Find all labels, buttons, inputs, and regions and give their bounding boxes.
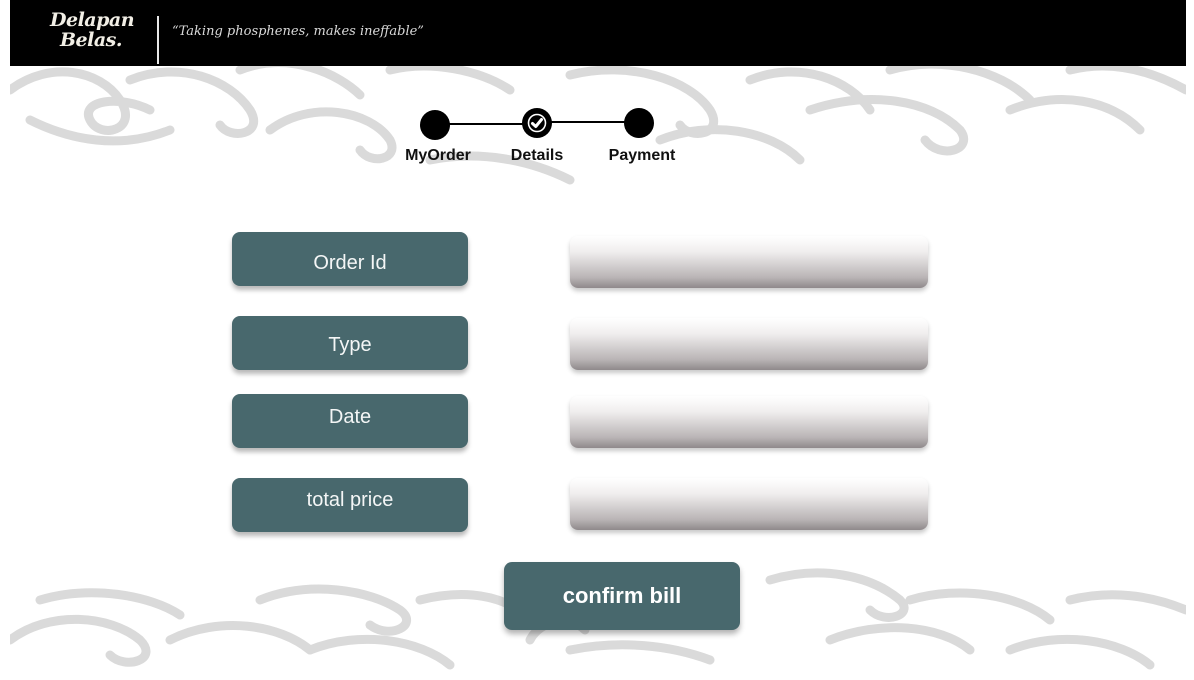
app-frame: Delapan Belas. “Taking phosphenes, makes… [10,0,1186,680]
step-label-details: Details [510,147,564,164]
order-stepper: MyOrder Details Payment [10,0,1186,200]
order-id-label: Order Id [232,232,468,286]
step-label-payment: Payment [608,147,676,164]
step-dot-myorder[interactable] [420,110,450,140]
type-field[interactable] [570,318,928,370]
step-dot-payment[interactable] [624,108,654,138]
total-price-field[interactable] [570,478,928,530]
check-icon [527,113,547,133]
date-label: Date [232,394,468,448]
confirm-bill-button[interactable]: confirm bill [504,562,740,630]
order-id-field[interactable] [570,236,928,288]
step-label-myorder: MyOrder [405,147,471,164]
total-price-label: total price [232,478,468,532]
step-dot-details[interactable] [522,108,552,138]
type-label: Type [232,316,468,370]
date-field[interactable] [570,396,928,448]
